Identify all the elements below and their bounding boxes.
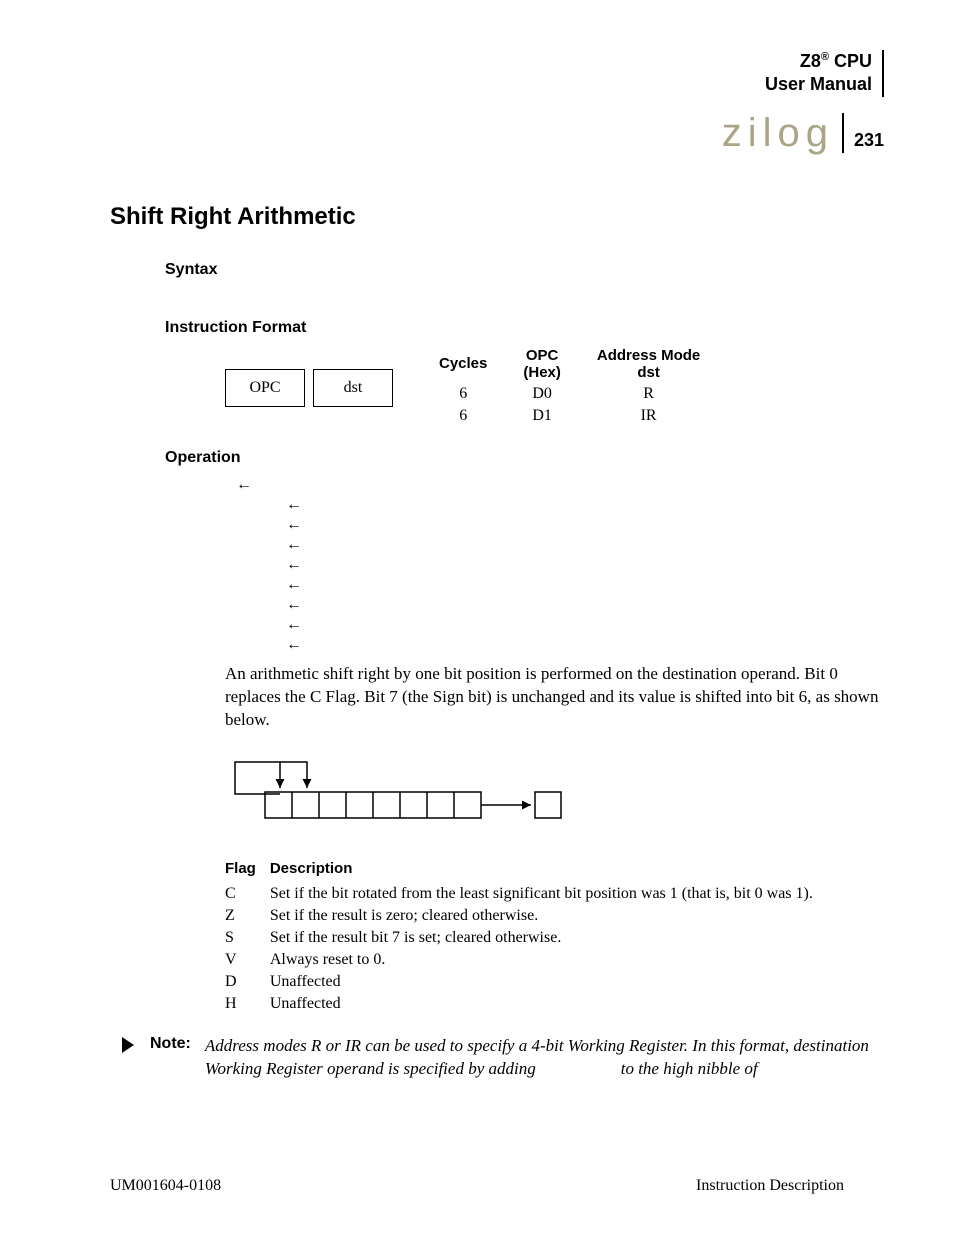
table-row: CSet if the bit rotated from the least s… xyxy=(225,883,827,905)
col-opc: OPC(Hex) xyxy=(505,345,579,383)
flags-col-flag: Flag xyxy=(225,858,270,883)
syntax-heading: Syntax xyxy=(165,261,884,279)
product-title: Z8® CPU User Manual xyxy=(722,50,872,97)
table-row: HUnaffected xyxy=(225,993,827,1015)
operation-lines: ← ← ← ← ← ← ← ← ← xyxy=(225,475,884,655)
doc-id: UM001604-0108 xyxy=(110,1177,221,1195)
table-row: DUnaffected xyxy=(225,971,827,993)
shift-diagram xyxy=(225,754,884,834)
section-name: Instruction Description xyxy=(696,1177,844,1195)
note-text: Address modes R or IR can be used to spe… xyxy=(205,1035,884,1081)
operation-description: An arithmetic shift right by one bit pos… xyxy=(225,663,884,732)
note-label: Note: xyxy=(150,1035,191,1053)
caret-right-icon xyxy=(120,1035,136,1055)
table-row: VAlways reset to 0. xyxy=(225,949,827,971)
section-title: Shift Right Arithmetic xyxy=(110,203,884,231)
table-row: SSet if the result bit 7 is set; cleared… xyxy=(225,927,827,949)
opcode-diagram: OPC dst xyxy=(225,369,393,407)
opcode-box-dst: dst xyxy=(313,369,393,407)
page-number: 231 xyxy=(854,130,884,151)
format-table: Cycles OPC(Hex) Address Modedst 6 D0 R 6 xyxy=(421,345,718,427)
table-row: 6 D0 R xyxy=(421,383,718,405)
manual-label: User Manual xyxy=(765,74,872,94)
table-row: ZSet if the result is zero; cleared othe… xyxy=(225,905,827,927)
col-cycles: Cycles xyxy=(421,345,505,383)
opcode-box-opc: OPC xyxy=(225,369,305,407)
instruction-format-heading: Instruction Format xyxy=(165,319,884,337)
page-footer: UM001604-0108 Instruction Description xyxy=(70,1177,884,1195)
flags-col-desc: Description xyxy=(270,858,827,883)
product-name: Z8 xyxy=(800,51,821,71)
note-block: Note: Address modes R or IR can be used … xyxy=(120,1035,884,1081)
flags-table: Flag Description CSet if the bit rotated… xyxy=(225,858,827,1015)
product-suffix: CPU xyxy=(829,51,872,71)
col-addr: Address Modedst xyxy=(579,345,718,383)
registered-mark: ® xyxy=(821,51,829,63)
operation-heading: Operation xyxy=(165,449,884,467)
zilog-logo: zilog xyxy=(722,113,844,153)
page-header: Z8® CPU User Manual zilog 231 xyxy=(70,50,884,153)
table-row: 6 D1 IR xyxy=(421,405,718,427)
